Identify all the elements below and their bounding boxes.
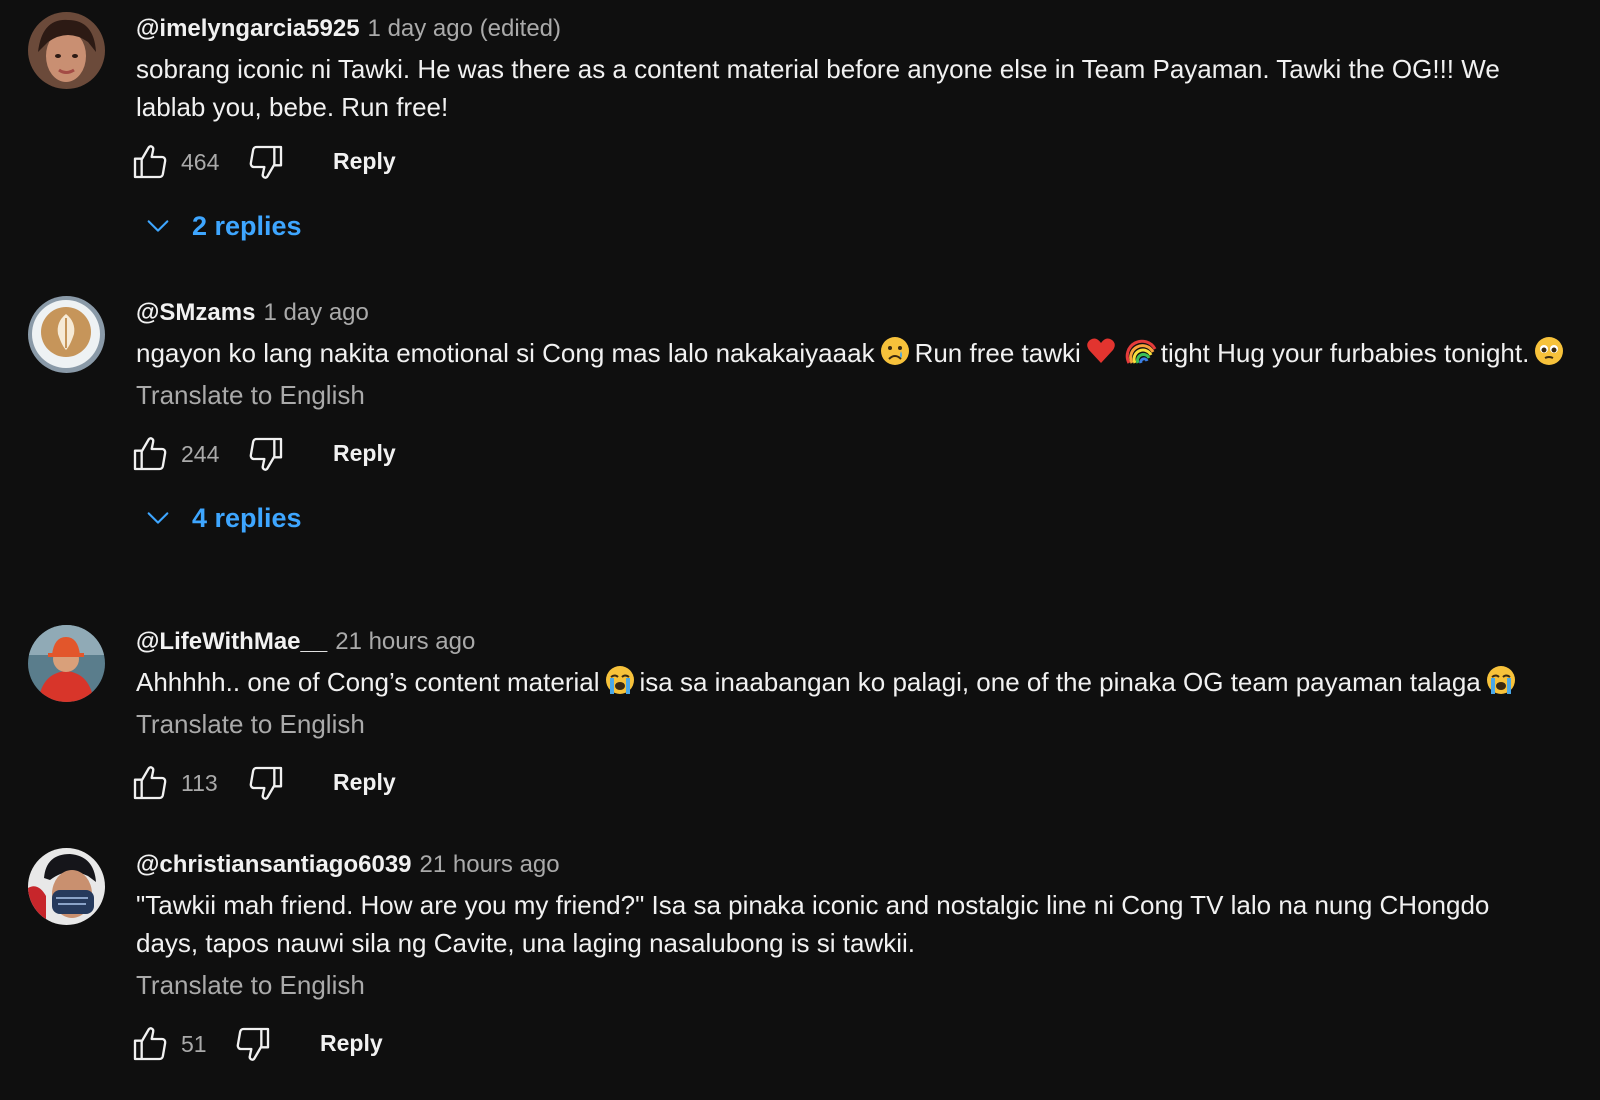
loudly-crying-face-emoji bbox=[1485, 664, 1517, 696]
reply-button[interactable]: Reply bbox=[333, 436, 396, 470]
crying-face-emoji bbox=[879, 335, 911, 367]
translate-button[interactable]: Translate to English bbox=[136, 378, 1588, 412]
comment-body: @SMzams 1 day ago ngayon ko lang nakita e… bbox=[136, 296, 1588, 542]
author-name[interactable]: @SMzams bbox=[136, 299, 255, 326]
author-name[interactable]: @LifeWithMae__ bbox=[136, 628, 327, 655]
loudly-crying-face-emoji bbox=[604, 664, 636, 696]
red-heart-emoji bbox=[1085, 335, 1117, 367]
author-name[interactable]: @christiansantiago6039 bbox=[136, 851, 412, 878]
like-count: 464 bbox=[181, 149, 220, 175]
comment-actions: 464 Reply bbox=[136, 140, 1588, 184]
comment-body: @christiansantiago6039 21 hours ago "Tawk… bbox=[136, 848, 1588, 1066]
comment-text-part: ngayon ko lang nakita emotional si Cong … bbox=[136, 338, 875, 368]
comment-actions: 244 Reply bbox=[136, 432, 1588, 476]
avatar[interactable] bbox=[28, 625, 105, 702]
like-count: 51 bbox=[181, 1031, 207, 1057]
dislike-icon[interactable] bbox=[246, 142, 286, 182]
comment-text: sobrang iconic ni Tawki. He was there as… bbox=[136, 54, 1500, 122]
chevron-down-icon bbox=[144, 504, 172, 532]
avatar[interactable] bbox=[28, 296, 105, 373]
reply-button[interactable]: Reply bbox=[333, 144, 396, 178]
view-replies-button[interactable]: 2 replies bbox=[136, 206, 1588, 250]
comment-header: @LifeWithMae__ 21 hours ago bbox=[136, 625, 1588, 659]
timestamp[interactable]: 1 day ago bbox=[263, 299, 368, 326]
pleading-face-emoji bbox=[1533, 335, 1565, 367]
author-name[interactable]: @imelyngarcia5925 bbox=[136, 15, 360, 42]
comments-section: @imelyngarcia5925 1 day ago (edited) sobr… bbox=[0, 0, 1600, 1100]
avatar[interactable] bbox=[28, 848, 105, 925]
comment-header: @imelyngarcia5925 1 day ago (edited) bbox=[136, 12, 1588, 46]
timestamp[interactable]: 21 hours ago bbox=[335, 628, 475, 655]
comment-body: @LifeWithMae__ 21 hours ago Ahhhhh.. one … bbox=[136, 625, 1588, 805]
comment-header: @christiansantiago6039 21 hours ago bbox=[136, 848, 1588, 882]
dislike-icon[interactable] bbox=[233, 1024, 273, 1064]
comment-actions: 51 Reply bbox=[136, 1022, 1588, 1066]
comment-text-part: Ahhhhh.. one of Cong’s content material bbox=[136, 667, 600, 697]
chevron-down-icon bbox=[144, 212, 172, 240]
like-icon[interactable] bbox=[130, 142, 170, 182]
rainbow-emoji bbox=[1125, 335, 1157, 367]
like-icon[interactable] bbox=[130, 1024, 170, 1064]
like-icon[interactable] bbox=[130, 763, 170, 803]
reply-button[interactable]: Reply bbox=[333, 765, 396, 799]
comment-text: "Tawkii mah friend. How are you my frien… bbox=[136, 890, 1490, 958]
comment-text-part: isa sa inaabangan ko palagi, one of the … bbox=[639, 667, 1481, 697]
comment-body: @imelyngarcia5925 1 day ago (edited) sobr… bbox=[136, 12, 1588, 250]
comment-text: Ahhhhh.. one of Cong’s content material i… bbox=[136, 663, 1596, 701]
translate-button[interactable]: Translate to English bbox=[136, 707, 1588, 741]
view-replies-button[interactable]: 4 replies bbox=[136, 498, 1588, 542]
comment-text-part: tight Hug your furbabies tonight. bbox=[1160, 338, 1530, 368]
comment-text-part: Run free tawki bbox=[914, 338, 1081, 368]
replies-label: 4 replies bbox=[192, 503, 302, 533]
comment-header: @SMzams 1 day ago bbox=[136, 296, 1588, 330]
comment-actions: 113 Reply bbox=[136, 761, 1588, 805]
reply-button[interactable]: Reply bbox=[320, 1026, 383, 1060]
like-count: 113 bbox=[181, 770, 218, 796]
translate-button[interactable]: Translate to English bbox=[136, 968, 1588, 1002]
timestamp[interactable]: 21 hours ago bbox=[420, 851, 560, 878]
avatar[interactable] bbox=[28, 12, 105, 89]
dislike-icon[interactable] bbox=[246, 763, 286, 803]
like-count: 244 bbox=[181, 441, 220, 467]
comment-text: ngayon ko lang nakita emotional si Cong … bbox=[136, 334, 1576, 372]
replies-label: 2 replies bbox=[192, 211, 302, 241]
dislike-icon[interactable] bbox=[246, 434, 286, 474]
timestamp[interactable]: 1 day ago (edited) bbox=[368, 15, 561, 42]
like-icon[interactable] bbox=[130, 434, 170, 474]
